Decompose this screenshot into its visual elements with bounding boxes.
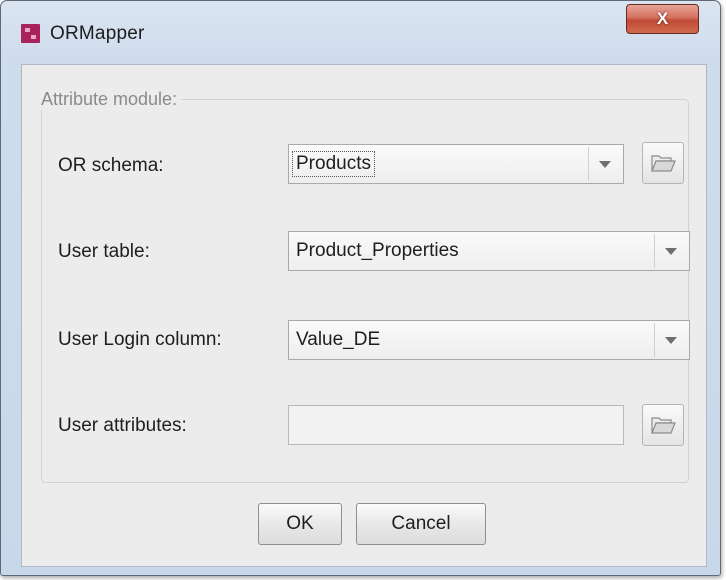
- user-table-dropdown[interactable]: Product_Properties: [288, 231, 690, 271]
- group-legend: Attribute module:: [37, 88, 182, 110]
- cancel-button[interactable]: Cancel: [356, 503, 486, 545]
- or-schema-label: OR schema:: [58, 155, 164, 176]
- user-attributes-label: User attributes:: [58, 415, 187, 436]
- ormapper-dialog: ORMapper X Attribute module: OR schema: …: [0, 0, 721, 576]
- user-login-column-label: User Login column:: [58, 329, 222, 350]
- dialog-content: Attribute module: OR schema: Products Us…: [21, 64, 707, 567]
- ormapper-app-icon: [21, 24, 40, 43]
- chevron-down-icon: [665, 247, 677, 255]
- or-schema-dropdown[interactable]: Products: [288, 144, 624, 184]
- user-table-dropdown-button[interactable]: [654, 234, 687, 268]
- or-schema-dropdown-button[interactable]: [588, 147, 621, 181]
- user-login-column-value: Value_DE: [296, 329, 381, 350]
- window-title: ORMapper: [50, 23, 145, 44]
- or-schema-value: Products: [292, 151, 375, 177]
- chevron-down-icon: [599, 160, 611, 168]
- or-schema-browse-button[interactable]: [642, 142, 684, 184]
- user-attributes-browse-button[interactable]: [642, 404, 684, 446]
- ok-button[interactable]: OK: [258, 503, 342, 545]
- user-login-column-dropdown-button[interactable]: [654, 323, 687, 357]
- user-table-value: Product_Properties: [296, 240, 459, 261]
- user-attributes-field[interactable]: [288, 405, 624, 445]
- user-table-label: User table:: [58, 241, 150, 262]
- user-login-column-dropdown[interactable]: Value_DE: [288, 320, 690, 360]
- close-icon: X: [656, 9, 669, 28]
- title-bar[interactable]: ORMapper X: [1, 1, 720, 61]
- close-button[interactable]: X: [626, 4, 699, 34]
- chevron-down-icon: [665, 336, 677, 344]
- folder-open-icon: [651, 155, 676, 172]
- folder-open-icon: [651, 417, 676, 434]
